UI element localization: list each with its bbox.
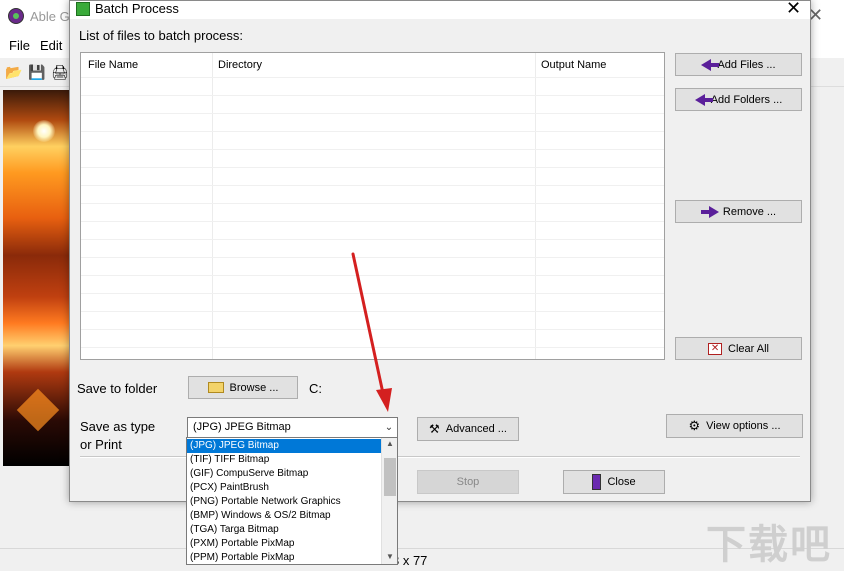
app-logo-icon: [8, 8, 24, 24]
add-files-label: Add Files ...: [717, 58, 776, 71]
watermark-logo: 下载吧: [706, 523, 832, 567]
menu-edit[interactable]: Edit: [40, 38, 62, 53]
dropdown-scrollbar[interactable]: ▲ ▼: [381, 438, 397, 564]
view-options-button[interactable]: ⚙ View options ...: [666, 414, 803, 438]
save-as-type-label: Save as type or Print: [80, 418, 155, 454]
remove-label: Remove ...: [722, 205, 777, 218]
table-row: [81, 95, 664, 96]
dropdown-option[interactable]: (PNG) Portable Network Graphics: [187, 495, 381, 509]
add-files-button[interactable]: Add Files ...: [675, 53, 802, 76]
advanced-label: Advanced ...: [445, 423, 507, 435]
batch-process-dialog: Batch Process ✕ List of files to batch p…: [69, 0, 811, 502]
add-folders-label: Add Folders ...: [710, 93, 783, 106]
folder-icon: [207, 382, 224, 393]
browse-label: Browse ...: [229, 381, 279, 394]
scroll-down-icon[interactable]: ▼: [382, 552, 397, 561]
file-list-label: List of files to batch process:: [79, 28, 244, 43]
save-type-select[interactable]: (JPG) JPEG Bitmap ⌄: [187, 417, 398, 438]
dropdown-option[interactable]: (JPG) JPEG Bitmap: [187, 439, 381, 453]
batch-process-icon: [76, 2, 90, 16]
print-icon[interactable]: 🖨: [51, 64, 69, 80]
stop-label: Stop: [456, 476, 480, 488]
close-label: Close: [607, 476, 636, 488]
dropdown-option[interactable]: (PPM) Portable PixMap: [187, 551, 381, 564]
column-divider: [535, 53, 536, 359]
table-row: [81, 203, 664, 204]
scroll-up-icon[interactable]: ▲: [382, 439, 397, 448]
clear-all-label: Clear All: [728, 342, 769, 355]
clear-icon: ✕: [708, 342, 723, 355]
save-as-type-line2: or Print: [80, 437, 122, 452]
save-as-type-line1: Save as type: [80, 419, 156, 434]
dropdown-option[interactable]: (PXM) Portable PixMap: [187, 537, 381, 551]
arrow-left-icon: [701, 58, 720, 71]
hammer-icon: ⚒: [429, 422, 440, 436]
dropdown-option[interactable]: (PCX) PaintBrush: [187, 481, 381, 495]
close-button[interactable]: Close: [563, 470, 665, 494]
arrow-right-icon: [700, 205, 719, 218]
menu-file[interactable]: File: [9, 38, 30, 53]
door-icon: [592, 474, 602, 490]
annotation-arrow-icon: [351, 252, 392, 412]
column-header-output-name[interactable]: Output Name: [541, 59, 606, 71]
dialog-close-icon[interactable]: ✕: [786, 0, 801, 19]
advanced-button[interactable]: ⚒ Advanced ...: [417, 417, 519, 441]
dropdown-option[interactable]: (TIF) TIFF Bitmap: [187, 453, 381, 467]
add-folders-button[interactable]: Add Folders ...: [675, 88, 802, 111]
save-to-folder-label: Save to folder: [77, 381, 158, 396]
table-row: [81, 185, 664, 186]
column-divider: [212, 53, 213, 359]
dropdown-option[interactable]: (GIF) CompuServe Bitmap: [187, 467, 381, 481]
column-header-directory[interactable]: Directory: [218, 59, 262, 71]
scrollbar-thumb[interactable]: [384, 458, 396, 496]
dialog-title: Batch Process: [95, 1, 179, 16]
save-type-selected-value: (JPG) JPEG Bitmap: [193, 421, 291, 433]
column-header-file-name[interactable]: File Name: [88, 59, 138, 71]
background-app-title: Able G: [30, 9, 70, 24]
view-options-label: View options ...: [706, 420, 781, 432]
table-row: [81, 221, 664, 222]
dropdown-option[interactable]: (TGA) Targa Bitmap: [187, 523, 381, 537]
clear-all-button[interactable]: ✕ Clear All: [675, 337, 802, 360]
arrow-left-icon: [694, 93, 713, 106]
table-row: [81, 113, 664, 114]
stop-button[interactable]: Stop: [417, 470, 519, 494]
table-row: [81, 239, 664, 240]
browse-button[interactable]: Browse ...: [188, 376, 298, 399]
background-sunset-image: [3, 90, 71, 466]
table-row: [81, 167, 664, 168]
table-row: [81, 131, 664, 132]
remove-button[interactable]: Remove ...: [675, 200, 802, 223]
table-row: [81, 149, 664, 150]
dropdown-option[interactable]: (BMP) Windows & OS/2 Bitmap: [187, 509, 381, 523]
table-row: [81, 77, 664, 78]
save-folder-path: C:: [309, 381, 322, 396]
chevron-down-icon[interactable]: ⌄: [382, 418, 396, 437]
open-folder-icon[interactable]: 📂: [5, 64, 22, 80]
gears-icon: ⚙: [688, 418, 701, 433]
dialog-titlebar: [70, 1, 810, 19]
save-icon[interactable]: 💾: [28, 64, 45, 80]
save-type-dropdown-list[interactable]: (JPG) JPEG Bitmap (TIF) TIFF Bitmap (GIF…: [186, 437, 398, 565]
